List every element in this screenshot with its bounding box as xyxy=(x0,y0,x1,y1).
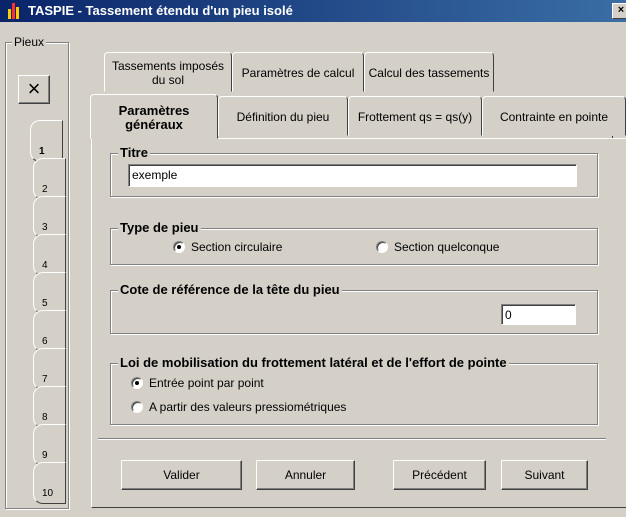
pieu-tab-8[interactable]: 8 xyxy=(33,386,66,428)
pieux-label: Pieux xyxy=(12,35,47,49)
pieu-tab-1[interactable]: 1 xyxy=(30,120,63,162)
window-title: TASPIE - Tassement étendu d'un pieu isol… xyxy=(28,3,293,18)
tab-parametres-calcul[interactable]: Paramètres de calcul xyxy=(232,52,364,92)
tab-definition-pieu[interactable]: Définition du pieu xyxy=(218,96,348,136)
cote-input[interactable]: 0 xyxy=(501,304,576,325)
pieu-tab-3[interactable]: 3 xyxy=(33,196,66,238)
tab-frottement[interactable]: Frottement qs = qs(y) xyxy=(348,96,482,136)
pieu-tab-7[interactable]: 7 xyxy=(33,348,66,390)
titre-input[interactable]: exemple xyxy=(128,164,577,187)
radio-section-circulaire[interactable]: Section circulaire xyxy=(173,240,282,254)
close-button[interactable]: × xyxy=(612,3,626,19)
pieu-tab-6[interactable]: 6 xyxy=(33,310,66,352)
pieu-tab-2[interactable]: 2 xyxy=(33,158,66,200)
loi-label: Loi de mobilisation du frottement latéra… xyxy=(118,355,509,370)
tab-contrainte-pointe[interactable]: Contrainte en pointe xyxy=(482,96,626,136)
cote-label: Cote de référence de la tête du pieu xyxy=(118,282,342,297)
radio-valeurs-pressiometriques[interactable]: A partir des valeurs pressiométriques xyxy=(131,400,346,414)
radio-section-quelconque[interactable]: Section quelconque xyxy=(376,240,499,254)
app-icon xyxy=(8,3,22,19)
precedent-button[interactable]: Précédent xyxy=(393,460,486,490)
separator xyxy=(98,438,606,440)
titre-label: Titre xyxy=(118,145,150,160)
tab-parametres-generaux[interactable]: Paramètres généraux xyxy=(90,94,218,139)
radio-circle xyxy=(376,241,388,253)
radio-circle xyxy=(131,401,143,413)
tab-tassements-imposes[interactable]: Tassements imposés du sol xyxy=(104,52,232,92)
pieu-tab-9[interactable]: 9 xyxy=(33,424,66,466)
loi-group xyxy=(110,363,598,425)
valider-button[interactable]: Valider xyxy=(121,460,242,490)
radio-entree-point[interactable]: Entrée point par point xyxy=(131,376,264,390)
title-bar: TASPIE - Tassement étendu d'un pieu isol… xyxy=(0,0,626,22)
radio-circle-checked xyxy=(131,377,143,389)
annuler-button[interactable]: Annuler xyxy=(256,460,355,490)
delete-pieu-button[interactable]: × xyxy=(18,75,50,104)
pieu-tab-4[interactable]: 4 xyxy=(33,234,66,276)
pieu-tab-5[interactable]: 5 xyxy=(33,272,66,314)
suivant-button[interactable]: Suivant xyxy=(501,460,588,490)
type-pieu-label: Type de pieu xyxy=(118,220,201,235)
radio-circle-checked xyxy=(173,241,185,253)
pieu-tab-10[interactable]: 10 xyxy=(33,462,66,504)
tab-calcul-tassements[interactable]: Calcul des tassements xyxy=(364,52,494,92)
